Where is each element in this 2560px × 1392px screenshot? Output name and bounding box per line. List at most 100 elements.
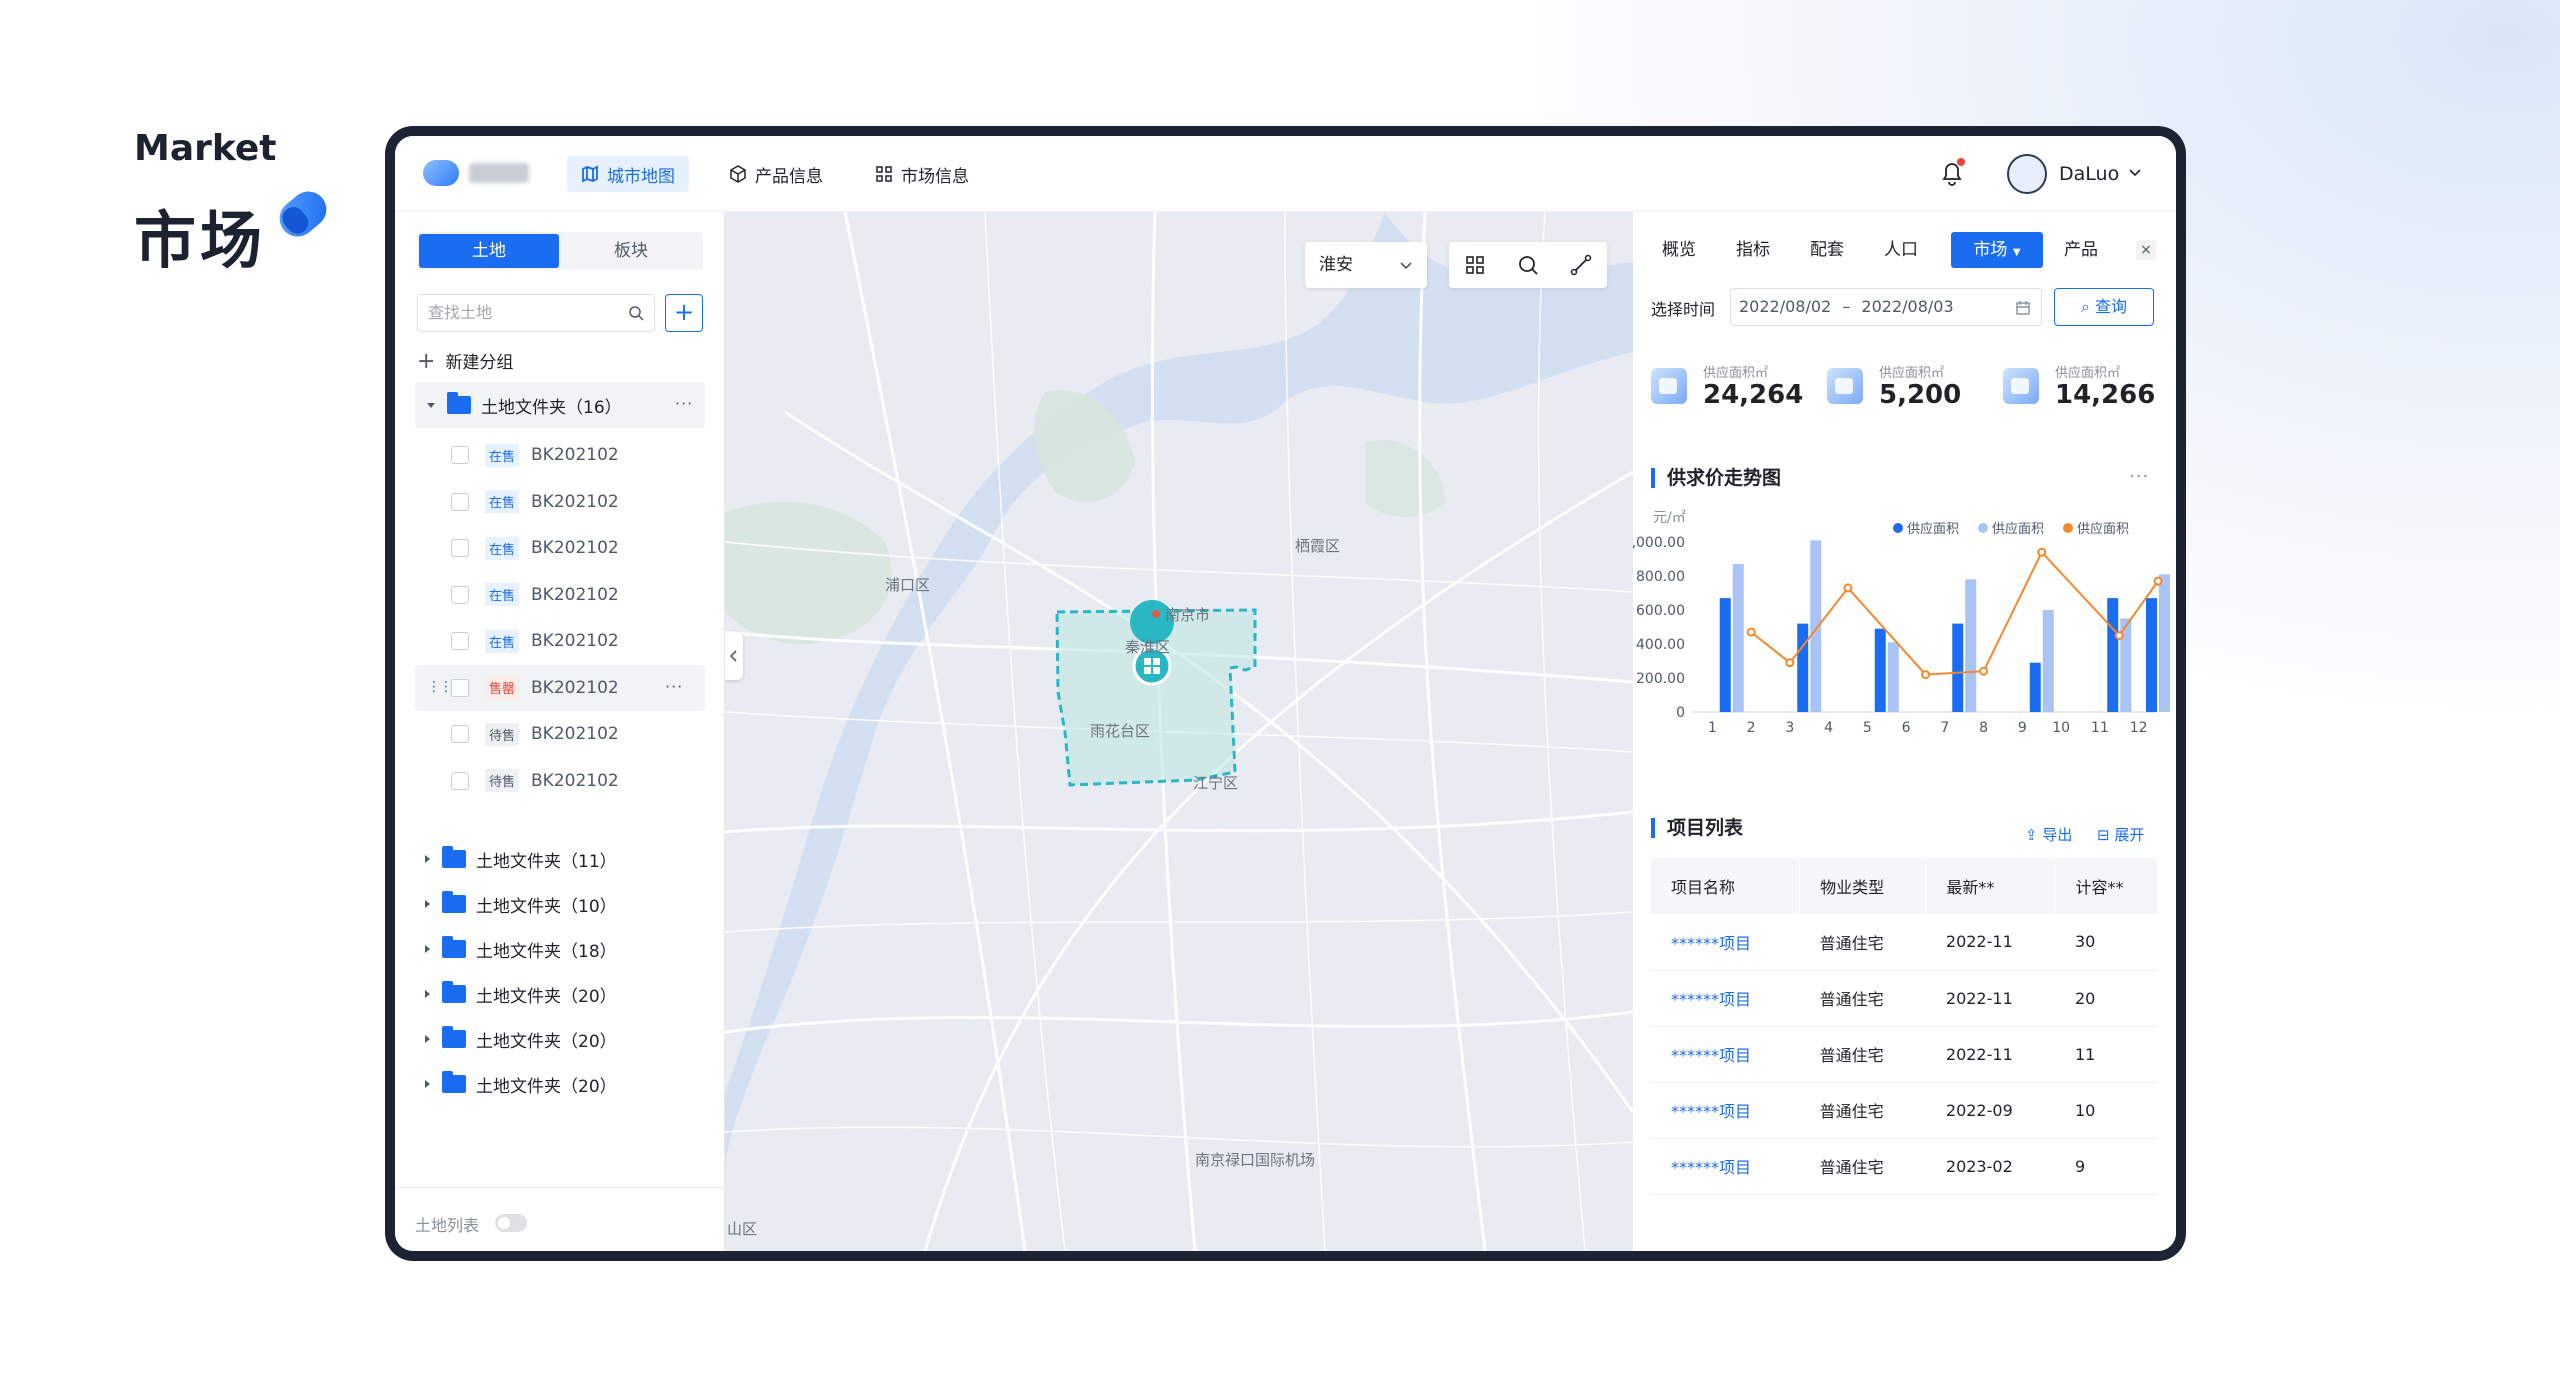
new-group-button[interactable]: + 新建分组	[417, 348, 513, 374]
map-label: 栖霞区	[1295, 537, 1341, 555]
search-input[interactable]: 查找土地	[417, 294, 655, 332]
folder-collapsed[interactable]: 土地文件夹（11）	[425, 844, 617, 874]
x-tick-label: 4	[1824, 720, 1833, 736]
caret-down-icon[interactable]	[427, 402, 435, 408]
x-tick-label: 12	[2130, 720, 2148, 736]
y-tick-label: 1,000.00	[1633, 535, 1685, 551]
avatar[interactable]	[2007, 154, 2047, 194]
checkbox[interactable]	[451, 539, 469, 557]
caret-right-icon[interactable]	[425, 855, 430, 863]
more-icon[interactable]: ···	[665, 677, 683, 696]
tab-market[interactable]: 市场 ▼	[1951, 232, 2043, 268]
land-code: BK202102	[531, 491, 619, 512]
checkbox[interactable]	[451, 771, 469, 790]
land-list-toggle[interactable]	[495, 1214, 527, 1232]
tab-facilities[interactable]: 配套	[1803, 232, 1851, 268]
caret-right-icon[interactable]	[425, 1080, 430, 1088]
legend-marker	[2063, 523, 2073, 533]
collapse-sidebar-button[interactable]	[725, 632, 743, 680]
tab-product[interactable]: 产品	[2057, 232, 2105, 268]
tab-population[interactable]: 人口	[1877, 232, 1925, 268]
project-link[interactable]: ******项目	[1651, 1026, 1800, 1083]
tab-land[interactable]: 土地	[419, 234, 559, 268]
folder-collapsed[interactable]: 土地文件夹（18）	[425, 934, 617, 964]
table-row[interactable]: ******项目 普通住宅 2022-11 11	[1651, 1026, 2158, 1083]
query-label: 查询	[2095, 297, 2128, 316]
caret-right-icon[interactable]	[425, 990, 430, 998]
checkbox[interactable]	[451, 446, 469, 464]
caret-down-icon: ▼	[2012, 247, 2021, 258]
qr-grid-icon[interactable]	[1464, 254, 1486, 276]
bar-supply-light	[1732, 564, 1744, 712]
land-item[interactable]: ⋮⋮ 售罄 BK202102 ···	[415, 664, 705, 711]
drag-handle-icon[interactable]: ⋮⋮	[427, 679, 453, 695]
table-header: 项目名称	[1651, 858, 1801, 914]
nav-product-info[interactable]: 产品信息	[715, 156, 837, 192]
checkbox[interactable]	[451, 632, 469, 650]
project-link[interactable]: ******项目	[1651, 970, 1800, 1027]
folder-collapsed[interactable]: 土地文件夹（20）	[425, 979, 617, 1009]
project-link[interactable]: ******项目	[1651, 1138, 1800, 1195]
checkbox[interactable]	[451, 585, 469, 604]
land-item[interactable]: 在售 BK202102	[415, 618, 705, 664]
caret-right-icon[interactable]	[425, 945, 430, 953]
tab-indicators[interactable]: 指标	[1729, 232, 1777, 268]
brand-logo[interactable]	[423, 160, 459, 186]
date-separator: –	[1842, 297, 1851, 316]
query-button[interactable]: ⌕ 查询	[2054, 288, 2154, 326]
land-item[interactable]: 在售 BK202102	[415, 432, 705, 478]
land-item[interactable]: 待售 BK202102	[415, 758, 705, 804]
folder-icon	[442, 981, 466, 1003]
expand-button[interactable]: ⊟ 展开	[2097, 824, 2144, 845]
table-row[interactable]: ******项目 普通住宅 2022-11 20	[1651, 970, 2158, 1027]
tab-block[interactable]: 板块	[561, 234, 701, 268]
add-button[interactable]: +	[665, 294, 703, 332]
folder-collapsed[interactable]: 土地文件夹（20）	[425, 1069, 617, 1099]
land-code: BK202102	[531, 677, 619, 698]
table-header: 物业类型	[1799, 858, 1927, 914]
city-map[interactable]: 栖霞区 浦口区 南京市 秦淮区 雨花台区 江宁区 南京禄口国际机场 山区 淮安	[725, 212, 1633, 1251]
close-icon[interactable]: ×	[2136, 240, 2156, 260]
land-code: BK202102	[531, 445, 619, 465]
table-cell: 9	[2054, 1138, 2158, 1195]
caret-right-icon[interactable]	[425, 1035, 430, 1043]
land-item[interactable]: 在售 BK202102	[415, 479, 705, 525]
folder-label: 土地文件夹（20）	[476, 1031, 617, 1052]
sidebar-tabs: 土地 板块	[417, 232, 703, 270]
checkbox[interactable]	[451, 725, 469, 743]
land-item[interactable]: 在售 BK202102	[415, 572, 705, 618]
bar-supply-light	[1887, 642, 1899, 712]
status-badge: 售罄	[485, 676, 520, 699]
folder-collapsed[interactable]: 土地文件夹（10）	[425, 889, 617, 919]
date-range-picker[interactable]: 2022/08/02 – 2022/08/03	[1730, 288, 2042, 326]
status-badge: 在售	[485, 536, 520, 560]
nav-market-info[interactable]: 市场信息	[861, 156, 983, 192]
tab-overview[interactable]: 概览	[1655, 232, 1703, 268]
project-link[interactable]: ******项目	[1651, 914, 1800, 971]
checkbox[interactable]	[451, 492, 469, 511]
y-tick-label: 200.00	[1636, 671, 1685, 687]
caret-right-icon[interactable]	[425, 900, 430, 908]
table-row[interactable]: ******项目 普通住宅 2023-02 9	[1651, 1138, 2158, 1195]
land-item[interactable]: 在售 BK202102	[415, 525, 705, 571]
folder-collapsed[interactable]: 土地文件夹（20）	[425, 1024, 617, 1054]
city-select[interactable]: 淮安	[1305, 242, 1427, 288]
folder-icon	[442, 1026, 466, 1048]
more-icon[interactable]: ···	[2129, 466, 2149, 487]
project-link[interactable]: ******项目	[1651, 1082, 1800, 1139]
user-name[interactable]: DaLuo	[2059, 163, 2119, 185]
table-cell: 普通住宅	[1799, 1082, 1926, 1139]
status-badge: 在售	[485, 443, 520, 467]
folder-expanded[interactable]: 土地文件夹（16）	[427, 390, 622, 420]
y-axis-unit: 元/㎡	[1653, 510, 1686, 526]
export-button[interactable]: ⇪ 导出	[2025, 824, 2072, 845]
measure-icon[interactable]	[1570, 254, 1592, 276]
nav-city-map[interactable]: 城市地图	[567, 156, 689, 192]
checkbox[interactable]	[451, 678, 469, 697]
search-icon[interactable]	[1517, 254, 1539, 276]
land-item[interactable]: 待售 BK202102	[415, 711, 705, 757]
table-row[interactable]: ******项目 普通住宅 2022-09 10	[1651, 1082, 2158, 1139]
more-icon[interactable]: ···	[675, 394, 693, 413]
table-row[interactable]: ******项目 普通住宅 2022-11 30	[1651, 914, 2158, 971]
chevron-down-icon[interactable]	[2128, 166, 2142, 180]
